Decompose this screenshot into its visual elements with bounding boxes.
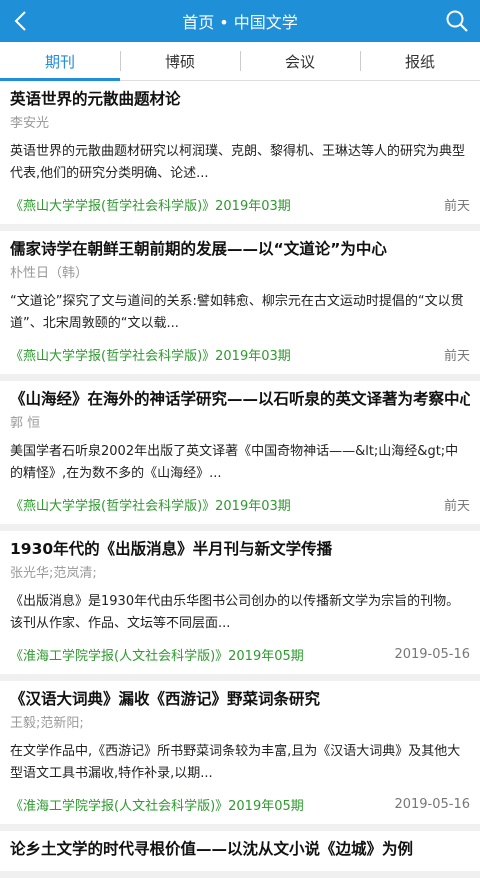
article-title: 《山海经》在海外的神话学研究——以石听泉的英文译著为考察中心 bbox=[10, 390, 470, 408]
top-app-bar: 首页 • 中国文学 bbox=[0, 0, 480, 42]
article-item[interactable]: 儒家诗学在朝鲜王朝前期的发展——以“文道论”为中心 朴性日（韩） “文道论”探究… bbox=[0, 231, 480, 374]
tab-journals[interactable]: 期刊 bbox=[0, 42, 120, 81]
article-summary: 《出版消息》是1930年代由乐华图书公司创办的以传播新文学为宗旨的刊物。该刊从作… bbox=[10, 594, 460, 631]
article-title: 《汉语大词典》漏收《西游记》野菜词条研究 bbox=[10, 690, 321, 708]
article-source: 《淮海工学院学报(人文社会科学版)》2019年05期 bbox=[10, 649, 304, 664]
tab-conferences[interactable]: 会议 bbox=[240, 42, 360, 80]
article-author: 王毅;范新阳; bbox=[10, 716, 84, 731]
article-source: 《燕山大学学报(哲学社会科学版)》2019年03期 bbox=[10, 499, 291, 514]
article-date: 前天 bbox=[443, 499, 470, 514]
tab-theses[interactable]: 博硕 bbox=[120, 42, 240, 80]
article-date: 2019-05-16 bbox=[394, 647, 470, 662]
article-title: 儒家诗学在朝鲜王朝前期的发展——以“文道论”为中心 bbox=[10, 240, 387, 258]
article-author: 郭 恒 bbox=[10, 416, 41, 431]
search-icon bbox=[446, 10, 468, 32]
article-author: 李安光 bbox=[10, 116, 50, 131]
article-date: 2019-05-16 bbox=[394, 797, 470, 812]
article-summary: “文道论”探究了文与道间的关系:譬如韩愈、柳宗元在古文运动时提倡的“文以贯道”、… bbox=[10, 294, 464, 331]
article-title: 1930年代的《出版消息》半月刊与新文学传播 bbox=[10, 540, 333, 558]
article-title: 英语世界的元散曲题材论 bbox=[10, 90, 181, 108]
article-source: 《燕山大学学报(哲学社会科学版)》2019年03期 bbox=[10, 349, 291, 364]
tab-bar: 期刊 博硕 会议 报纸 bbox=[0, 42, 480, 81]
article-item[interactable]: 《汉语大词典》漏收《西游记》野菜词条研究 王毅;范新阳; 在文学作品中,《西游记… bbox=[0, 681, 480, 824]
article-author: 张光华;范岚清; bbox=[10, 566, 97, 581]
article-list: 英语世界的元散曲题材论 李安光 英语世界的元散曲题材研究以柯润璞、克朗、黎得机、… bbox=[0, 81, 480, 878]
tab-newspapers[interactable]: 报纸 bbox=[360, 42, 480, 80]
article-summary: 在文学作品中,《西游记》所书野菜词条较为丰富,且为《汉语大词典》及其他大型语文工… bbox=[10, 744, 461, 781]
chevron-left-icon bbox=[14, 11, 26, 31]
search-button[interactable] bbox=[442, 6, 472, 36]
article-summary: 美国学者石听泉2002年出版了英文译著《中国奇物神话——&lt;山海经&gt;中… bbox=[10, 444, 459, 481]
back-button[interactable] bbox=[6, 6, 36, 36]
article-date: 前天 bbox=[443, 349, 470, 364]
page-title: 首页 • 中国文学 bbox=[182, 13, 298, 32]
article-item[interactable]: 英语世界的元散曲题材论 李安光 英语世界的元散曲题材研究以柯润璞、克朗、黎得机、… bbox=[0, 81, 480, 224]
article-title: 论乡土文学的时代寻根价值——以沈从文小说《边城》为例 bbox=[10, 840, 414, 858]
article-item[interactable]: 《山海经》在海外的神话学研究——以石听泉的英文译著为考察中心 郭 恒 美国学者石… bbox=[0, 381, 480, 524]
article-source: 《燕山大学学报(哲学社会科学版)》2019年03期 bbox=[10, 199, 291, 214]
article-item[interactable]: 论乡土文学的时代寻根价值——以沈从文小说《边城》为例 bbox=[0, 831, 480, 871]
article-author: 朴性日（韩） bbox=[10, 266, 89, 281]
article-item[interactable]: 1930年代的《出版消息》半月刊与新文学传播 张光华;范岚清; 《出版消息》是1… bbox=[0, 531, 480, 674]
article-summary: 英语世界的元散曲题材研究以柯润璞、克朗、黎得机、王琳达等人的研究为典型代表,他们… bbox=[10, 144, 466, 181]
article-date: 前天 bbox=[443, 199, 470, 214]
article-source: 《淮海工学院学报(人文社会科学版)》2019年05期 bbox=[10, 799, 304, 814]
